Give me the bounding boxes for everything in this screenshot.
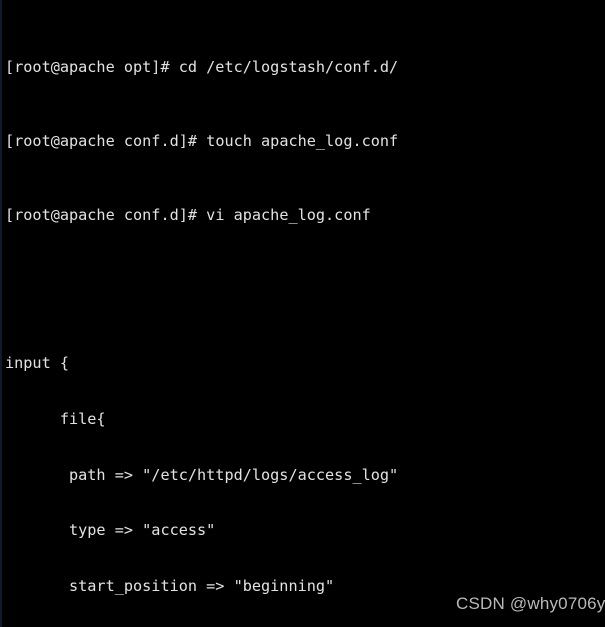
config-line-type-access: type => "access": [5, 521, 216, 540]
shell-prompt: [root@apache conf.d]#: [5, 206, 207, 225]
shell-prompt: [root@apache opt]#: [5, 57, 179, 76]
shell-command: touch apache_log.conf: [206, 131, 399, 150]
shell-prompt: [root@apache conf.d]#: [5, 131, 207, 150]
terminal-left-edge: [0, 0, 2, 627]
terminal-output[interactable]: [root@apache opt]# cd /etc/logstash/conf…: [5, 2, 605, 627]
config-line-input-open: input {: [5, 354, 70, 373]
config-line-file-open-access: file{: [5, 410, 106, 429]
shell-command: vi apache_log.conf: [206, 206, 371, 225]
shell-command-line: [root@apache conf.d]# vi apache_log.conf: [5, 206, 605, 225]
shell-command-line: [root@apache conf.d]# touch apache_log.c…: [5, 132, 605, 151]
shell-command: cd /etc/logstash/conf.d/: [178, 57, 399, 76]
shell-command-line: [root@apache opt]# cd /etc/logstash/conf…: [5, 58, 605, 77]
config-line-path-access: path => "/etc/httpd/logs/access_log": [5, 465, 399, 484]
config-line-start-position-access: start_position => "beginning": [5, 576, 335, 595]
terminal-window[interactable]: [root@apache opt]# cd /etc/logstash/conf…: [0, 0, 605, 627]
watermark: CSDN @why0706y: [456, 594, 605, 613]
